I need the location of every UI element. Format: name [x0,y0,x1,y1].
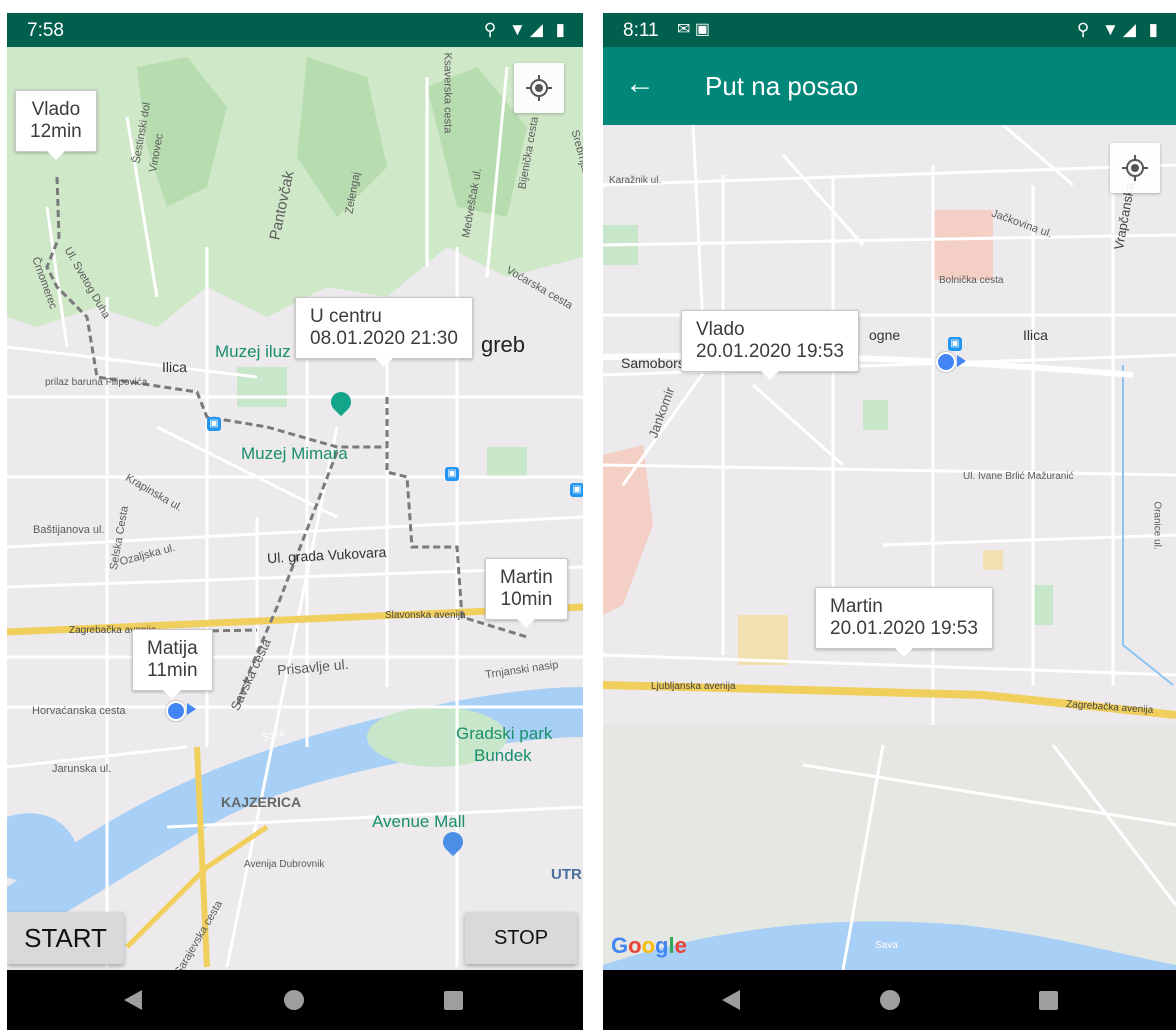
tram-stop-icon[interactable]: ▣ [570,483,583,497]
map-label: Horvaćanska cesta [32,705,126,717]
marker-name: Vlado [696,319,745,340]
marker-detail: 12min [30,121,82,142]
marker-bubble-matija[interactable]: Matija 11min [132,629,213,699]
start-button[interactable]: START [7,912,124,964]
map-label: Ksaverska cesta [441,52,454,134]
status-time: 7:58 [27,20,64,41]
map-label: KAJZERICA [221,794,302,810]
marker-detail: 10min [500,589,553,610]
nav-home-icon[interactable] [284,990,304,1010]
marker-bubble-martin[interactable]: Martin 10min [485,558,568,628]
map-label: greb [481,332,526,357]
map-label: Muzej iluz [215,342,291,361]
marker-bubble-u-centru[interactable]: U centru 08.01.2020 21:30 [295,297,473,367]
nav-back-icon[interactable] [722,990,740,1010]
notification-icons: ✉ ▣ [677,21,710,38]
marker-detail: 11min [147,660,198,681]
my-location-button[interactable] [1110,143,1160,193]
left-phone-screen: 7:58 ⚲ ▼◢ ▮ Šestinski dol Vinovec Pantov… [7,13,583,1030]
nav-home-icon[interactable] [880,990,900,1010]
google-logo: Google [611,933,687,958]
map-label: UTR [551,866,582,883]
tram-stop-icon[interactable]: ▣ [207,417,221,431]
nav-recents-icon[interactable] [444,991,463,1010]
marker-name: Martin [500,567,553,588]
tram-stop-icon[interactable]: ▣ [948,337,962,351]
navigation-bar [7,970,583,1030]
map-label: Ilica [162,359,187,375]
marker-name: U centru [310,306,382,327]
marker-name: Matija [147,638,198,659]
marker-name: Martin [830,596,883,617]
map-label: Oranice ul. [1151,501,1163,550]
navigation-bar [603,970,1176,1030]
nav-recents-icon[interactable] [1039,991,1058,1010]
marker-detail: 08.01.2020 21:30 [310,328,458,349]
direction-arrow-icon [187,703,196,715]
map-label: Muzej Mimara [241,444,348,463]
crosshair-icon [526,75,552,101]
map-label: Slavonska avenija [385,610,466,621]
tram-stop-icon[interactable]: ▣ [445,467,459,481]
app-bar: ← Put na posao [603,47,1176,125]
back-arrow-icon[interactable]: ← [625,67,655,101]
status-time: 8:11 [623,20,659,41]
map-label: Jarunska ul. [52,763,112,775]
page-title: Put na posao [705,71,859,101]
marker-detail: 20.01.2020 19:53 [830,618,978,639]
map-label: Karažnik ul. [609,175,662,186]
direction-arrow-icon [957,355,966,367]
map-label: Gradski park [456,724,553,743]
marker-detail: 20.01.2020 19:53 [696,341,844,362]
map-label: Bundek [474,746,532,765]
marker-bubble-martin[interactable]: Martin 20.01.2020 19:53 [815,587,993,657]
map-view[interactable]: Šestinski dol Vinovec Pantovčak Zelengaj… [7,47,583,970]
status-bar: 8:11 ✉ ▣ ⚲ ▼◢ ▮ [603,13,1176,47]
stop-button[interactable]: STOP [465,912,577,964]
map-label: Avenue Mall [372,812,466,831]
map-label: ogne [869,327,901,343]
map-label: prilaz baruna Filipovića [45,377,148,388]
my-location-dot-icon [166,701,186,721]
my-location-button[interactable] [514,63,564,113]
map-label: Ul. Ivane Brlić Mažuranić [963,471,1074,482]
map-label: Bolnička cesta [939,275,1004,286]
map-tiles [7,47,583,968]
status-icons: ⚲ ▼◢ ▮ [1076,20,1162,39]
my-location-dot-icon [936,352,956,372]
crosshair-icon [1122,155,1148,181]
map-label: Sava [875,940,898,951]
map-label: Samobors [621,355,685,371]
map-tiles [603,125,1176,970]
nav-back-icon[interactable] [124,990,142,1010]
map-label: Baštijanova ul. [33,524,105,536]
marker-bubble-vlado[interactable]: Vlado 20.01.2020 19:53 [681,310,859,380]
map-label: Avenija Dubrovnik [244,859,325,870]
marker-bubble-vlado[interactable]: Vlado 12min [15,90,97,160]
map-label: Ljubljanska avenija [651,681,736,692]
right-phone-screen: 8:11 ✉ ▣ ⚲ ▼◢ ▮ ← Put na posao Karažnik … [603,13,1176,1030]
map-view[interactable]: Karažnik ul. Jačkovina ul. Vrapčanska ul… [603,125,1176,970]
marker-name: Vlado [31,99,81,120]
status-bar: 7:58 ⚲ ▼◢ ▮ [7,13,583,47]
map-label: Ilica [1023,327,1048,343]
status-icons: ⚲ ▼◢ ▮ [483,20,569,39]
